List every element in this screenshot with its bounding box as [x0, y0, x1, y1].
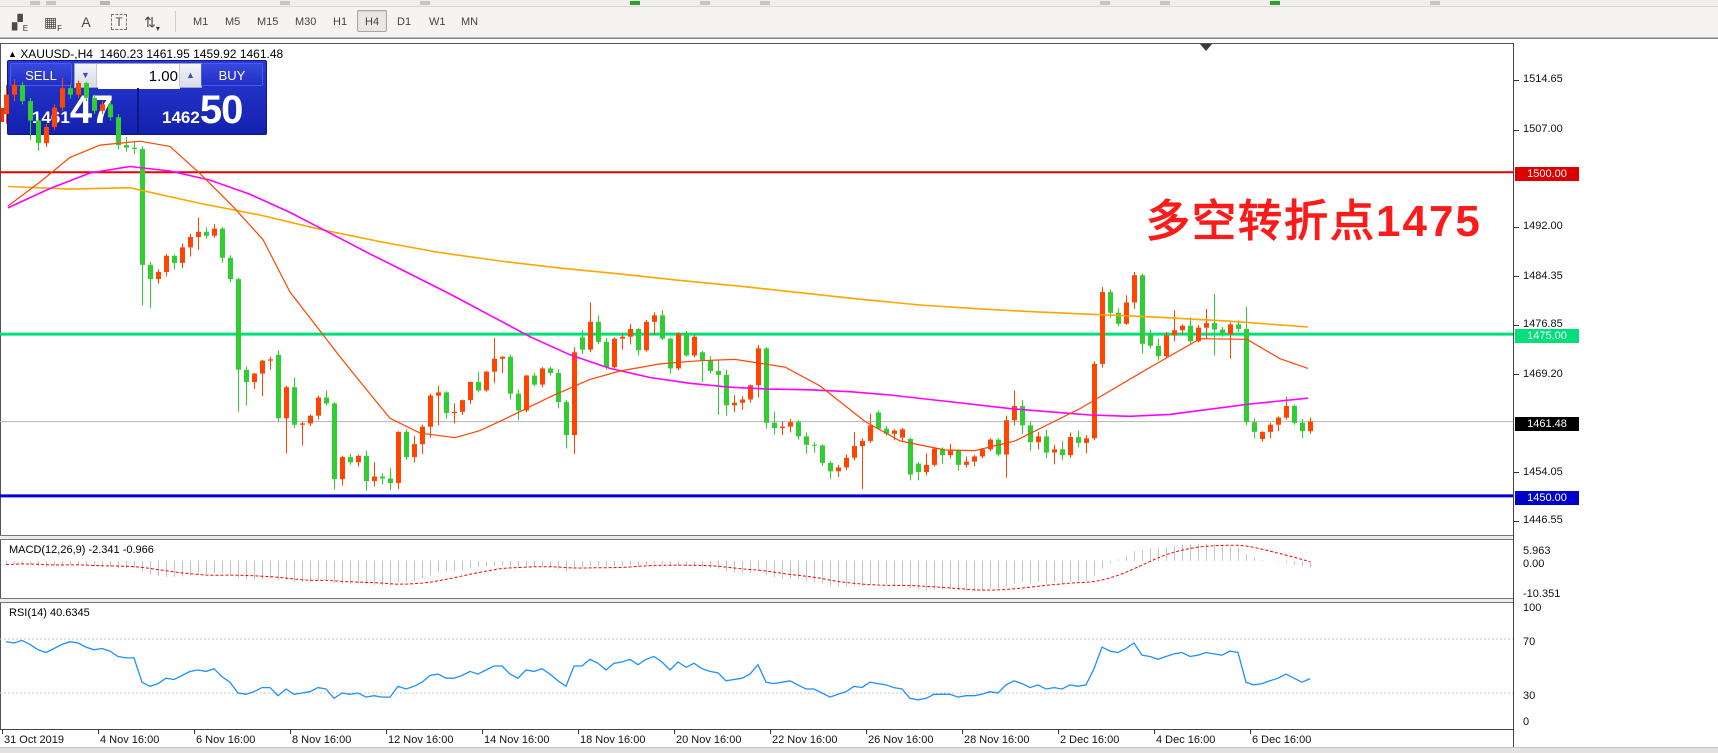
clipped-toolbar-icon: [630, 1, 640, 5]
text-label-icon[interactable]: A: [72, 10, 100, 35]
rsi-plot[interactable]: [0, 601, 1513, 728]
clipped-toolbar-icon: [1100, 1, 1110, 5]
date-axis-tick: [866, 730, 867, 734]
date-axis-label: 28 Nov 16:00: [964, 734, 1029, 746]
date-axis-label: 14 Nov 16:00: [484, 734, 549, 746]
date-axis-label: 22 Nov 16:00: [772, 734, 837, 746]
date-axis-label: 31 Oct 2019: [4, 734, 64, 746]
rsi-axis-label: 0: [1523, 716, 1529, 728]
clipped-toolbar-icon: [420, 1, 430, 5]
candlestick-plot[interactable]: [0, 43, 1513, 536]
date-axis-tick: [482, 730, 483, 734]
toolbar-separator: [175, 11, 176, 32]
date-axis-tick: [386, 730, 387, 734]
clipped-toolbar-icon: [280, 1, 290, 5]
mt4-terminal: ▞E▦FAT⇅▾ M1M5M15M30H1H4D1W1MN ▲ XAUUSD-,H…: [0, 0, 1718, 753]
charts-toolbar: ▞E▦FAT⇅▾ M1M5M15M30H1H4D1W1MN: [0, 7, 1718, 38]
price-axis-tick: [1514, 374, 1519, 375]
price-tag-label: 1450.00: [1515, 491, 1579, 505]
price-axis-label: 1484.35: [1523, 270, 1563, 282]
timeframe-button-m15[interactable]: M15: [249, 10, 286, 32]
chart-window: ▲ XAUUSD-,H4 1460.23 1461.95 1459.92 146…: [0, 38, 1718, 749]
text-box-icon[interactable]: T: [105, 10, 133, 35]
crosshatch-icon[interactable]: ▞E: [6, 10, 34, 35]
price-axis-tick: [1514, 130, 1519, 131]
macd-axis-label: 0.00: [1523, 558, 1544, 570]
clipped-toolbar-icon: [30, 1, 40, 5]
date-axis-tick: [1250, 730, 1251, 734]
price-axis-label: 1446.55: [1523, 514, 1563, 526]
timeframe-button-m30[interactable]: M30: [287, 10, 324, 32]
date-axis-label: 12 Nov 16:00: [388, 734, 453, 746]
price-tag-label: 1475.00: [1515, 329, 1579, 343]
date-axis-tick: [194, 730, 195, 734]
price-tag-label: 1461.48: [1515, 417, 1579, 431]
clipped-toolbar-icon: [1160, 1, 1170, 5]
clipped-toolbar-icon: [1270, 1, 1280, 5]
rsi-line: [6, 640, 1310, 699]
price-axis: 1514.651507.001492.001484.351476.851469.…: [1513, 43, 1718, 752]
price-axis-label: 1507.00: [1523, 123, 1563, 135]
window-bottom-edge: [0, 747, 1718, 753]
timeframe-button-w1[interactable]: W1: [421, 10, 454, 32]
arrows-tool-icon[interactable]: ⇅▾: [138, 10, 166, 35]
price-axis-tick: [1514, 227, 1519, 228]
date-axis-tick: [674, 730, 675, 734]
clipped-toolbar-icon: [100, 1, 110, 5]
date-axis-label: 18 Nov 16:00: [580, 734, 645, 746]
price-axis-tick: [1514, 276, 1519, 277]
date-axis-tick: [1058, 730, 1059, 734]
date-axis-label: 4 Nov 16:00: [100, 734, 159, 746]
timeframe-button-d1[interactable]: D1: [389, 10, 419, 32]
date-axis-tick: [770, 730, 771, 734]
date-axis-label: 4 Dec 16:00: [1156, 734, 1215, 746]
date-axis-label: 6 Dec 16:00: [1252, 734, 1311, 746]
date-axis-tick: [962, 730, 963, 734]
date-axis-label: 6 Nov 16:00: [196, 734, 255, 746]
clipped-toolbar-icon: [760, 1, 770, 5]
timeframe-button-m1[interactable]: M1: [185, 10, 216, 32]
date-axis-tick: [290, 730, 291, 734]
rsi-axis-label: 70: [1523, 636, 1535, 648]
price-axis-tick: [1514, 472, 1519, 473]
price-axis-label: 1514.65: [1523, 73, 1563, 85]
date-axis-tick: [98, 730, 99, 734]
price-axis-tick: [1514, 80, 1519, 81]
price-tag-label: 1500.00: [1515, 167, 1579, 181]
timeframe-button-m5[interactable]: M5: [217, 10, 248, 32]
rsi-axis-label: 30: [1523, 690, 1535, 702]
rsi-axis-label: 100: [1523, 602, 1541, 614]
timeframe-button-h1[interactable]: H1: [325, 10, 355, 32]
clipped-upper-toolbar: [0, 0, 1718, 7]
grid-icon[interactable]: ▦F: [39, 10, 67, 35]
price-axis-tick: [1514, 521, 1519, 522]
price-axis-label: 1454.05: [1523, 466, 1563, 478]
macd-signal-line: [6, 545, 1310, 590]
date-axis-tick: [2, 730, 3, 734]
price-axis-label: 1469.20: [1523, 368, 1563, 380]
timeframe-button-h4[interactable]: H4: [357, 10, 387, 32]
clipped-toolbar-icon: [46, 1, 56, 5]
price-axis-tick: [1514, 325, 1519, 326]
date-axis-label: 26 Nov 16:00: [868, 734, 933, 746]
price-axis-label: 1492.00: [1523, 220, 1563, 232]
timeframe-button-mn[interactable]: MN: [453, 10, 486, 32]
macd-axis-label: -10.351: [1523, 588, 1560, 600]
date-axis-tick: [578, 730, 579, 734]
date-axis-tick: [1154, 730, 1155, 734]
clipped-toolbar-icon: [700, 1, 710, 5]
date-axis-label: 8 Nov 16:00: [292, 734, 351, 746]
candles-group: [4, 78, 1313, 491]
macd-axis-label: 5.963: [1523, 545, 1551, 557]
macd-plot[interactable]: [0, 538, 1513, 598]
date-axis-label: 20 Nov 16:00: [676, 734, 741, 746]
date-axis-label: 2 Dec 16:00: [1060, 734, 1119, 746]
clipped-toolbar-icon: [1430, 1, 1440, 5]
